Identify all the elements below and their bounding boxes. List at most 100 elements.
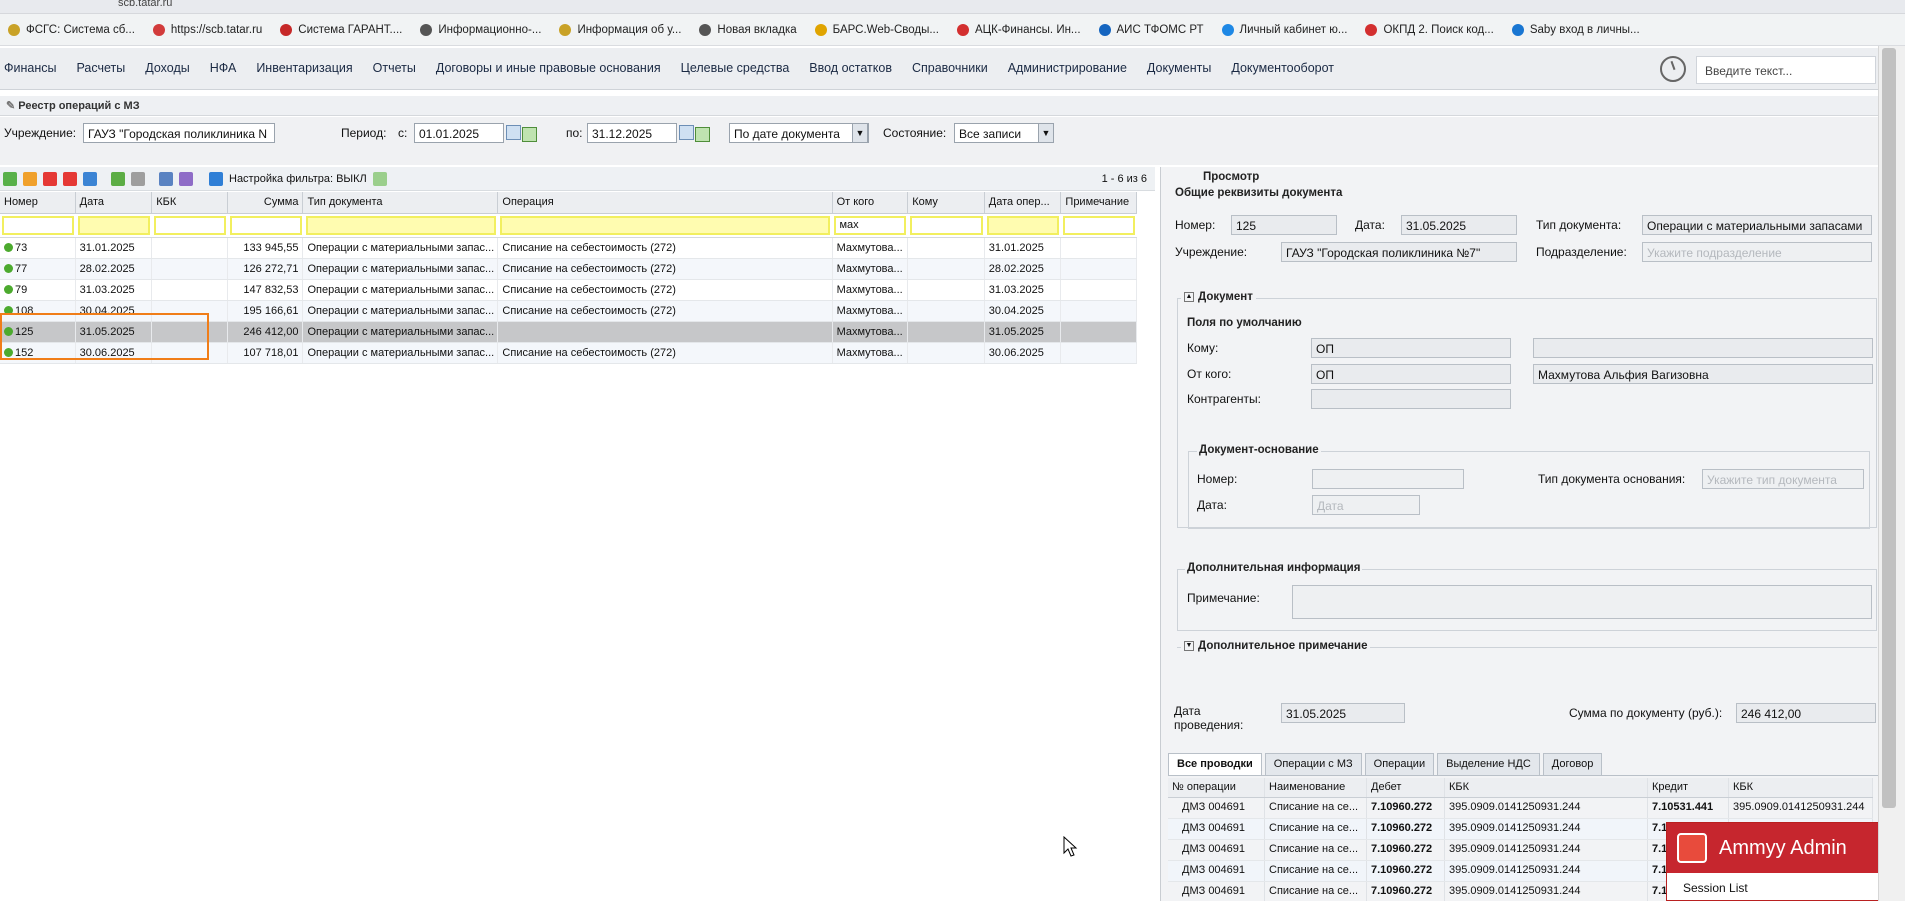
column-filter-input[interactable] bbox=[910, 216, 983, 235]
menu-item[interactable]: Отчеты bbox=[373, 61, 416, 75]
column-header[interactable]: Дата bbox=[76, 192, 153, 213]
filter-icon[interactable] bbox=[209, 172, 223, 186]
document-group-header[interactable]: ▲ Документ bbox=[1181, 291, 1256, 303]
column-filter-input[interactable] bbox=[229, 216, 302, 235]
menu-item[interactable]: Целевые средства bbox=[681, 61, 790, 75]
menu-item[interactable]: Расчеты bbox=[76, 61, 125, 75]
extra-note-header[interactable]: ▼ Дополнительное примечание bbox=[1181, 640, 1371, 652]
tab-2[interactable]: Операции bbox=[1364, 753, 1435, 775]
bookmark-item[interactable]: АИС ТФОМС РТ bbox=[1098, 23, 1204, 36]
column-header[interactable]: Номер bbox=[0, 192, 76, 213]
bookmark-item[interactable]: БАРС.Web-Своды... bbox=[814, 23, 939, 36]
refresh-icon[interactable] bbox=[372, 172, 387, 186]
doctype-field[interactable]: Операции с материальными запасами bbox=[1642, 215, 1872, 235]
page-scrollbar[interactable] bbox=[1878, 46, 1905, 901]
period-from-input[interactable]: 01.01.2025 bbox=[414, 123, 504, 143]
refresh-date-icon[interactable] bbox=[695, 127, 710, 142]
print-icon[interactable] bbox=[159, 172, 173, 186]
column-header[interactable]: Дата опер... bbox=[985, 192, 1062, 213]
chevron-down-icon[interactable]: ▼ bbox=[1038, 123, 1054, 143]
expand-icon[interactable]: ▼ bbox=[1184, 641, 1194, 651]
to-extra-field[interactable] bbox=[1533, 338, 1873, 358]
add-icon[interactable] bbox=[3, 172, 17, 186]
division-field[interactable]: Укажите подразделение bbox=[1642, 242, 1872, 262]
to-field[interactable]: ОП bbox=[1311, 338, 1511, 358]
tab-0[interactable]: Все проводки bbox=[1168, 753, 1262, 775]
date-field[interactable]: 31.05.2025 bbox=[1401, 215, 1517, 235]
menu-item[interactable]: Документооборот bbox=[1231, 61, 1334, 75]
bookmark-item[interactable]: Информация об у... bbox=[559, 23, 681, 36]
menu-item[interactable]: Договоры и иные правовые основания bbox=[436, 61, 661, 75]
column-header[interactable]: Операция bbox=[498, 192, 833, 213]
column-filter-input[interactable] bbox=[305, 216, 497, 235]
bookmark-item[interactable]: АЦК-Финансы. Ин... bbox=[956, 23, 1081, 36]
menu-item[interactable]: Ввод остатков bbox=[809, 61, 892, 75]
number-field[interactable]: 125 bbox=[1231, 215, 1337, 235]
column-header[interactable]: Кому bbox=[908, 192, 985, 213]
tab-3[interactable]: Выделение НДС bbox=[1437, 753, 1540, 775]
period-to-input[interactable]: 31.12.2025 bbox=[587, 123, 677, 143]
counterparties-field[interactable] bbox=[1311, 389, 1511, 409]
bookmark-item[interactable]: Система ГАРАНТ.... bbox=[280, 23, 402, 36]
entries-column-header[interactable]: Наименование bbox=[1265, 778, 1367, 797]
clock-icon[interactable] bbox=[1660, 56, 1686, 82]
menu-item[interactable]: Администрирование bbox=[1008, 61, 1127, 75]
approve-icon[interactable] bbox=[111, 172, 125, 186]
address-bar[interactable]: scb.tatar.ru bbox=[0, 0, 1905, 14]
menu-item[interactable]: НФА bbox=[210, 61, 237, 75]
date-mode-select[interactable]: По дате документа bbox=[729, 123, 869, 143]
column-filter-input[interactable] bbox=[986, 216, 1060, 235]
bookmark-item[interactable]: Saby вход в личны... bbox=[1511, 23, 1640, 36]
global-search-input[interactable]: Введите текст... bbox=[1696, 56, 1876, 84]
table-row[interactable]: 73 31.01.2025 133 945,55 Операции с материа… bbox=[0, 238, 1138, 259]
settings-icon[interactable] bbox=[179, 172, 193, 186]
delete-icon[interactable] bbox=[43, 172, 57, 186]
copy-icon[interactable] bbox=[83, 172, 97, 186]
calendar-icon[interactable] bbox=[506, 125, 521, 140]
entry-row[interactable]: ДМЗ 004691 Списание на се... 7.10960.272 39… bbox=[1168, 798, 1873, 819]
scrollbar-thumb[interactable] bbox=[1882, 48, 1896, 808]
chevron-down-icon[interactable]: ▼ bbox=[852, 123, 868, 143]
column-header[interactable]: Примечание bbox=[1061, 192, 1138, 213]
bookmark-item[interactable]: ОКПД 2. Поиск код... bbox=[1365, 23, 1494, 36]
basis-date-field[interactable]: Дата bbox=[1312, 495, 1420, 515]
table-row[interactable]: 77 28.02.2025 126 272,71 Операции с материа… bbox=[0, 259, 1138, 280]
bookmark-item[interactable]: https://scb.tatar.ru bbox=[152, 23, 262, 36]
column-filter-input[interactable] bbox=[154, 216, 226, 235]
unapprove-icon[interactable] bbox=[131, 172, 145, 186]
institution-field[interactable]: ГАУЗ "Городская поликлиника N bbox=[83, 123, 275, 143]
note-field[interactable] bbox=[1292, 585, 1872, 619]
filter-setting-label[interactable]: Настройка фильтра: ВЫКЛ bbox=[229, 173, 367, 185]
edit-icon[interactable] bbox=[23, 172, 37, 186]
collapse-icon[interactable]: ▲ bbox=[1184, 292, 1194, 302]
post-date-field[interactable]: 31.05.2025 bbox=[1281, 703, 1405, 723]
entries-column-header[interactable]: Кредит bbox=[1648, 778, 1729, 797]
column-filter-input[interactable]: мах bbox=[834, 216, 907, 235]
column-header[interactable]: Тип документа bbox=[303, 192, 499, 213]
from-person-field[interactable]: Махмутова Альфия Вагизовна bbox=[1533, 364, 1873, 384]
column-filter-input[interactable] bbox=[2, 216, 74, 235]
session-list-item[interactable]: Session List bbox=[1667, 873, 1880, 901]
column-header[interactable]: Сумма bbox=[228, 192, 304, 213]
column-filter-input[interactable] bbox=[1063, 216, 1135, 235]
from-field[interactable]: ОП bbox=[1311, 364, 1511, 384]
tab-4[interactable]: Договор bbox=[1542, 753, 1603, 775]
calendar-icon[interactable] bbox=[679, 125, 694, 140]
column-header[interactable]: От кого bbox=[833, 192, 909, 213]
column-header[interactable]: КБК bbox=[152, 192, 228, 213]
column-filter-input[interactable] bbox=[77, 216, 151, 235]
delete-all-icon[interactable] bbox=[63, 172, 77, 186]
table-row[interactable]: 79 31.03.2025 147 832,53 Операции с материа… bbox=[0, 280, 1138, 301]
basis-type-field[interactable]: Укажите тип документа bbox=[1702, 469, 1864, 489]
tab-1[interactable]: Операции с МЗ bbox=[1264, 753, 1362, 775]
basis-number-field[interactable] bbox=[1312, 469, 1464, 489]
entries-column-header[interactable]: № операции bbox=[1168, 778, 1265, 797]
institution-field[interactable]: ГАУЗ "Городская поликлиника №7" bbox=[1281, 242, 1517, 262]
bookmark-item[interactable]: Личный кабинет ю... bbox=[1221, 23, 1347, 36]
bookmark-item[interactable]: Информационно-... bbox=[420, 23, 541, 36]
bookmark-item[interactable]: Новая вкладка bbox=[699, 23, 797, 36]
menu-item[interactable]: Доходы bbox=[145, 61, 189, 75]
entries-column-header[interactable]: КБК bbox=[1729, 778, 1873, 797]
ammyy-admin-popup[interactable]: Ammyy Admin Session List bbox=[1666, 822, 1881, 901]
url-text[interactable]: scb.tatar.ru bbox=[118, 0, 172, 9]
